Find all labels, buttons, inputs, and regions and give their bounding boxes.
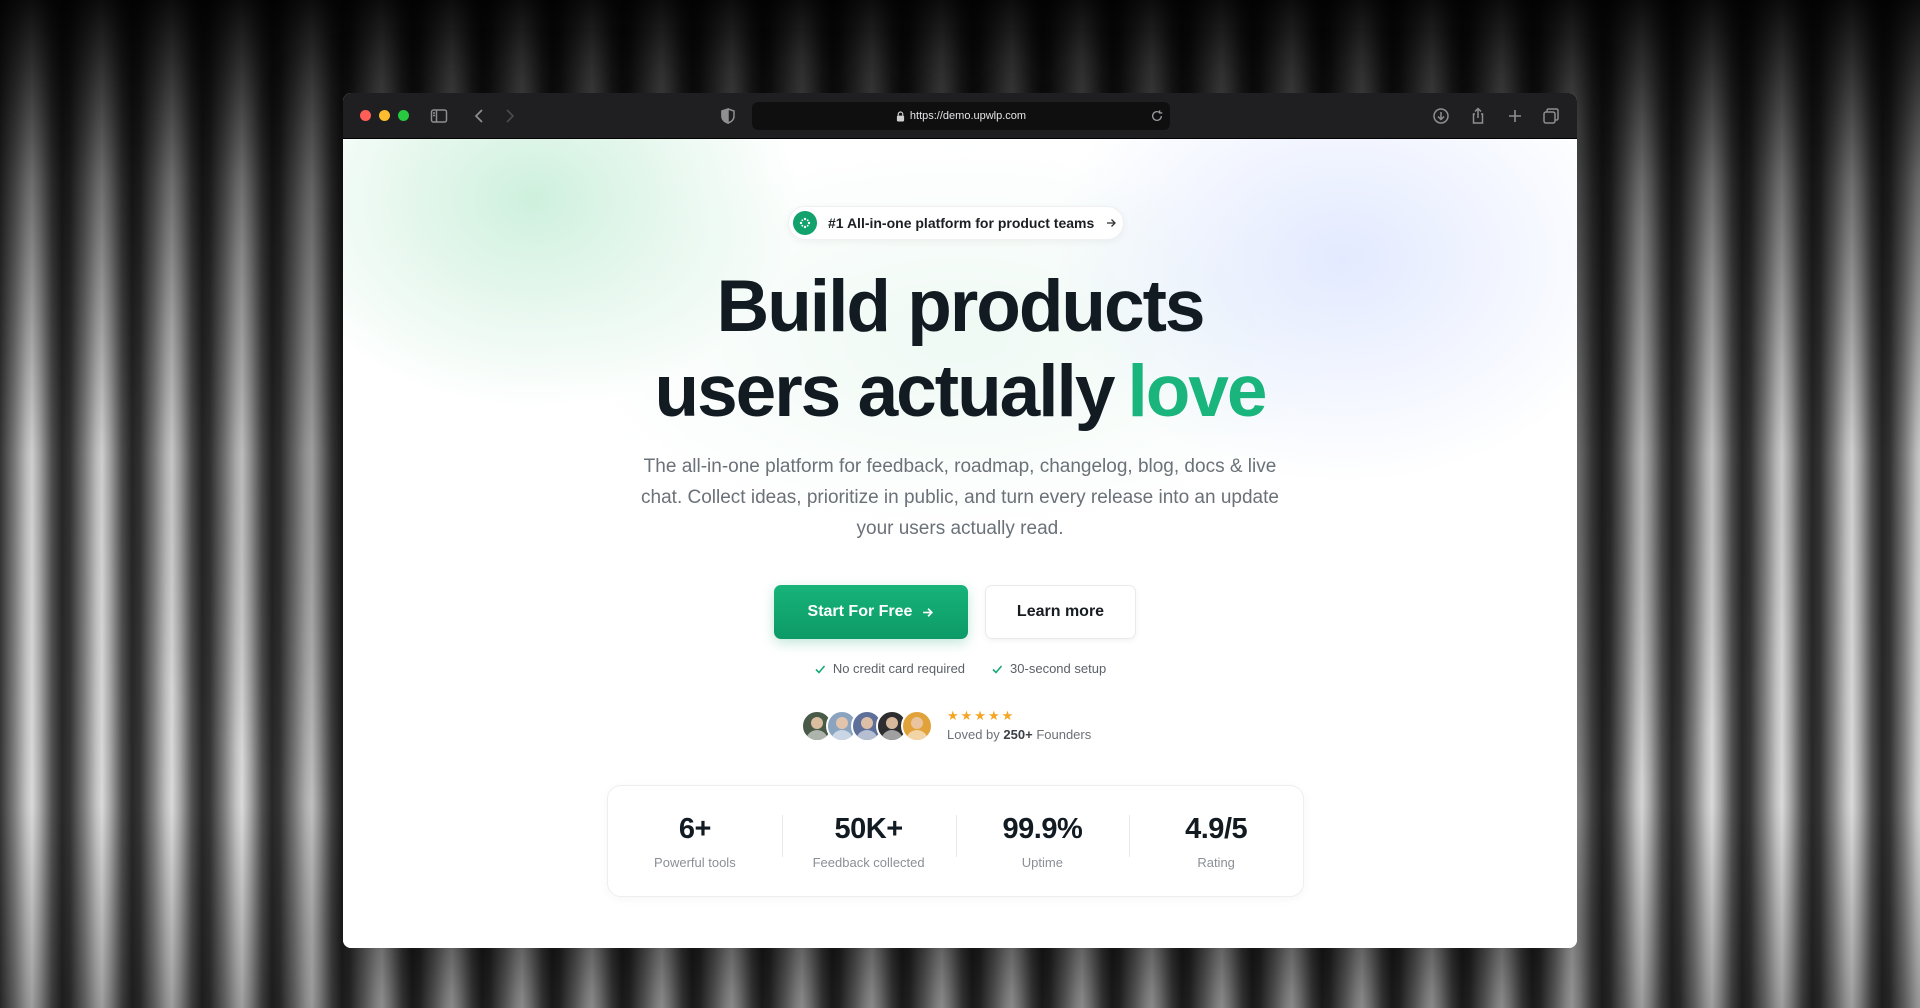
avatar-stack: [801, 709, 933, 742]
stat-tools: 6+ Powerful tools: [608, 813, 782, 870]
check-item: No credit card required: [814, 661, 965, 676]
reload-icon[interactable]: [1150, 109, 1164, 123]
browser-toolbar: https://demo.upwlp.com: [343, 93, 1577, 139]
start-for-free-button[interactable]: Start For Free: [774, 585, 968, 639]
lock-icon: [896, 110, 905, 121]
download-icon[interactable]: [1431, 106, 1451, 126]
stats-card: 6+ Powerful tools 50K+ Feedback collecte…: [607, 785, 1304, 897]
stat-uptime: 99.9% Uptime: [955, 812, 1130, 870]
start-for-free-label: Start For Free: [807, 603, 913, 620]
hero-headline: Build products users actually love: [343, 264, 1577, 434]
announcement-text: #1 All-in-one platform for product teams: [828, 215, 1095, 231]
check-label: No credit card required: [832, 661, 966, 676]
check-icon: [992, 664, 1003, 674]
stat-value: 6+: [678, 812, 712, 845]
stat-feedback: 50K+ Feedback collected: [781, 812, 956, 870]
arrow-right-icon: [923, 607, 934, 617]
avatar: [901, 709, 933, 742]
founder-count: 250+: [1003, 727, 1033, 742]
window-controls: [360, 110, 409, 121]
arrow-right-icon: [1107, 219, 1117, 227]
hero-subtitle: The all-in-one platform for feedback, ro…: [641, 456, 1279, 539]
check-item: 30-second setup: [991, 661, 1106, 676]
loved-by-text: Loved by 250+ Founders: [947, 727, 1091, 742]
stat-label: Feedback collected: [812, 854, 925, 870]
rating-block: ★★★★★ Loved by 250+ Founders: [947, 708, 1091, 743]
star-rating: ★★★★★: [947, 708, 1016, 723]
url-text: https://demo.upwlp.com: [909, 110, 1027, 122]
headline-line-2: users actually: [654, 351, 1115, 432]
browser-window: https://demo.upwlp.com #1 All-in-one pla…: [343, 93, 1577, 948]
headline-line-1: Build products: [716, 266, 1205, 347]
shield-icon[interactable]: [718, 106, 738, 126]
stat-label: Powerful tools: [654, 854, 736, 870]
new-tab-icon[interactable]: [1505, 106, 1525, 126]
stat-value: 4.9/5: [1185, 812, 1248, 845]
loved-prefix: Loved by: [947, 727, 1000, 742]
stat-label: Rating: [1197, 854, 1235, 870]
landing-page: #1 All-in-one platform for product teams…: [343, 139, 1577, 948]
check-icon: [815, 664, 825, 674]
forward-icon[interactable]: [499, 106, 519, 126]
stat-rating: 4.9/5 Rating: [1129, 813, 1303, 870]
stat-value: 99.9%: [1002, 812, 1083, 845]
learn-more-label: Learn more: [1016, 603, 1105, 620]
sidebar-icon[interactable]: [429, 106, 449, 126]
stat-value: 50K+: [834, 812, 904, 845]
announcement-pill[interactable]: #1 All-in-one platform for product teams: [788, 206, 1124, 240]
benefit-checks: No credit card required 30-second setup: [343, 661, 1577, 676]
check-label: 30-second setup: [1010, 661, 1107, 676]
zoom-window-button[interactable]: [398, 110, 409, 121]
tabs-overview-icon[interactable]: [1541, 106, 1561, 126]
address-bar[interactable]: https://demo.upwlp.com: [752, 102, 1170, 130]
minimize-window-button[interactable]: [379, 110, 390, 121]
stat-label: Uptime: [1021, 854, 1063, 870]
sparkle-icon: [793, 211, 817, 235]
loved-suffix: Founders: [1036, 727, 1092, 742]
headline-accent-word: love: [1127, 351, 1267, 432]
social-proof: ★★★★★ Loved by 250+ Founders: [801, 709, 1091, 742]
close-window-button[interactable]: [360, 110, 371, 121]
learn-more-button[interactable]: Learn more: [985, 585, 1136, 639]
back-icon[interactable]: [470, 106, 490, 126]
share-icon[interactable]: [1468, 106, 1488, 126]
